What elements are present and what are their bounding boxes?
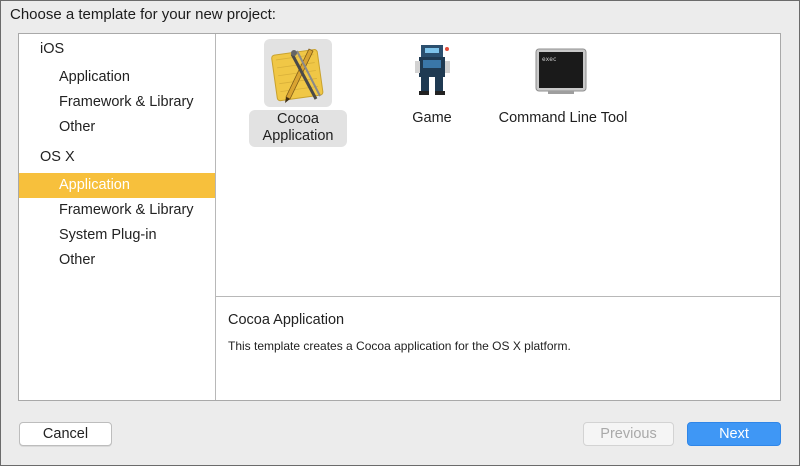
sidebar-item-label: Other — [59, 252, 96, 268]
template-category-sidebar: iOS Application Framework & Library Othe… — [19, 34, 216, 400]
template-label: Cocoa Application — [249, 110, 347, 147]
previous-button[interactable]: Previous — [583, 422, 674, 446]
template-label: Game — [412, 110, 452, 126]
template-command-line-tool[interactable]: exec Command Line Tool — [498, 38, 628, 148]
sidebar-section-ios: iOS — [40, 41, 65, 57]
template-label: Command Line Tool — [498, 110, 628, 126]
sidebar-item-label: Application — [59, 69, 130, 85]
sidebar-item-osx-other[interactable]: Other — [19, 248, 215, 273]
cancel-button[interactable]: Cancel — [19, 422, 112, 446]
sidebar-item-label: Application — [59, 177, 130, 193]
template-description-panel: Cocoa Application This template creates … — [216, 297, 780, 400]
template-grid: Cocoa Application Game exec Command Line… — [216, 34, 780, 297]
sidebar-item-osx-system-plugin[interactable]: System Plug-in — [19, 223, 215, 248]
sidebar-item-label: Other — [59, 119, 96, 135]
next-button[interactable]: Next — [687, 422, 781, 446]
sidebar-item-ios-application[interactable]: Application — [19, 65, 215, 90]
main-panel: iOS Application Framework & Library Othe… — [18, 33, 781, 401]
sidebar-item-label: System Plug-in — [59, 227, 157, 243]
sidebar-item-osx-framework-library[interactable]: Framework & Library — [19, 198, 215, 223]
sidebar-item-ios-other[interactable]: Other — [19, 115, 215, 140]
description-text: This template creates a Cocoa applicatio… — [228, 339, 571, 353]
sidebar-item-osx-application[interactable]: Application — [19, 173, 215, 198]
description-title: Cocoa Application — [228, 312, 345, 328]
sidebar-item-ios-framework-library[interactable]: Framework & Library — [19, 90, 215, 115]
sidebar-section-osx: OS X — [40, 149, 75, 165]
game-icon — [397, 39, 465, 107]
template-game[interactable]: Game — [382, 38, 482, 148]
sidebar-item-label: Framework & Library — [59, 94, 194, 110]
sidebar-item-label: Framework & Library — [59, 202, 194, 218]
terminal-icon: exec — [528, 39, 596, 107]
terminal-icon-text: exec — [542, 56, 557, 63]
cocoa-app-icon — [264, 39, 332, 107]
page-title: Choose a template for your new project: — [10, 6, 276, 23]
template-cocoa-application[interactable]: Cocoa Application — [249, 38, 349, 148]
